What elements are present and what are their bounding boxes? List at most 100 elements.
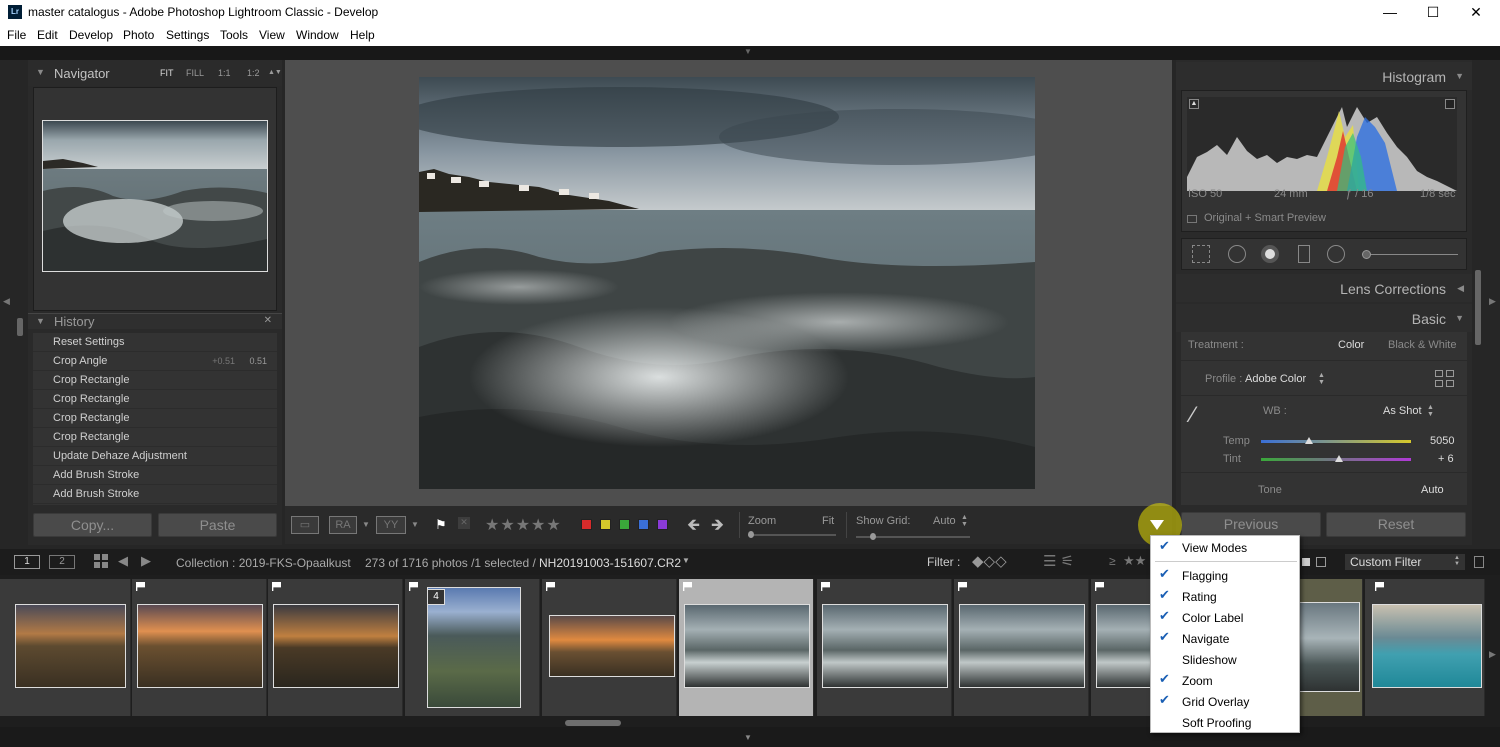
filmstrip-scrollbar[interactable] <box>565 720 621 726</box>
history-item[interactable]: Crop Angle +0.51 0.51 <box>33 352 277 371</box>
history-item[interactable]: Crop Rectangle <box>33 390 277 409</box>
maximize-button[interactable]: ☐ <box>1413 2 1453 22</box>
left-scrollbar[interactable] <box>17 318 23 336</box>
history-header[interactable]: ▼ History ✕ <box>28 313 282 329</box>
lens-corrections-header[interactable]: Lens Corrections ◀ <box>1176 274 1472 302</box>
menu-item-slideshow[interactable]: Slideshow <box>1151 649 1301 669</box>
flag-filter-icon[interactable]: ◆◇◇ <box>972 552 1007 570</box>
color-label-swatch[interactable] <box>581 519 592 530</box>
menu-item-zoom[interactable]: ✔ Zoom <box>1151 670 1301 690</box>
brush-slider[interactable] <box>1362 250 1458 259</box>
previous-button[interactable]: Previous <box>1181 512 1321 537</box>
history-item[interactable]: Crop Rectangle <box>33 371 277 390</box>
navigator-header[interactable]: ▼ Navigator FIT FILL 1:1 1:2 ▲▼ <box>28 60 282 86</box>
filename[interactable]: NH20191003-151607.CR2 <box>539 556 681 570</box>
menu-develop[interactable]: Develop <box>69 28 113 42</box>
history-item[interactable]: Add Brush Stroke <box>33 485 277 504</box>
crop-tool-icon[interactable] <box>1192 245 1210 263</box>
tone-auto-button[interactable]: Auto <box>1421 484 1444 496</box>
color-label-swatch[interactable] <box>600 519 611 530</box>
main-photo[interactable] <box>419 77 1035 489</box>
color-label-swatch[interactable] <box>657 519 668 530</box>
radial-filter-icon[interactable] <box>1327 245 1345 263</box>
tint-value[interactable]: + 6 <box>1438 453 1454 465</box>
menu-item-flagging[interactable]: ✔ Flagging <box>1151 565 1301 585</box>
filmstrip-right-icon[interactable]: ▶ <box>1489 649 1496 660</box>
filmstrip-thumbnail[interactable] <box>1365 579 1485 716</box>
zoom-fit[interactable]: FIT <box>160 68 174 78</box>
menu-view[interactable]: View <box>259 28 285 42</box>
menu-file[interactable]: File <box>7 28 26 42</box>
color-label-swatch[interactable] <box>638 519 649 530</box>
stack-badge[interactable]: 4 <box>427 589 445 605</box>
right-panel-toggle-icon[interactable]: ▶ <box>1489 296 1496 307</box>
histogram-header[interactable]: Histogram ▼ <box>1176 62 1472 90</box>
history-item[interactable]: Update Dehaze Adjustment <box>33 447 277 466</box>
menu-item-color-label[interactable]: ✔ Color Label <box>1151 607 1301 627</box>
filmstrip-thumbnail[interactable]: 4 <box>405 579 540 716</box>
zoom-1-1[interactable]: 1:1 <box>218 68 231 78</box>
back-arrow-icon[interactable]: ◀ <box>118 553 128 569</box>
left-panel-toggle-icon[interactable]: ◀ <box>3 296 10 307</box>
collection-name[interactable]: Collection : 2019-FKS-Opaalkust <box>176 556 351 570</box>
reject-icon[interactable]: ✕ <box>458 517 470 529</box>
right-scrollbar[interactable] <box>1475 270 1481 345</box>
history-item[interactable]: Crop Rectangle <box>33 428 277 447</box>
history-item[interactable]: Add Brush Stroke <box>33 466 277 485</box>
zoom-slider[interactable] <box>748 531 836 538</box>
copy-button[interactable]: Copy... <box>33 513 152 537</box>
menu-edit[interactable]: Edit <box>37 28 58 42</box>
show-grid-select[interactable]: Auto <box>933 515 956 527</box>
adjust-filter-icon[interactable]: ☰ ⚟ <box>1043 552 1074 570</box>
menu-item-grid-overlay[interactable]: ✔ Grid Overlay <box>1151 691 1301 711</box>
histogram-graph[interactable]: ▲ ▲ <box>1187 97 1457 191</box>
tint-slider-knob[interactable] <box>1335 455 1343 462</box>
menu-item-soft-proofing[interactable]: Soft Proofing <box>1151 712 1301 732</box>
filmstrip-thumbnail[interactable] <box>954 579 1089 716</box>
color-label-swatch[interactable] <box>619 519 630 530</box>
flag-icon[interactable]: ⚑ <box>435 517 447 533</box>
stepper-icon[interactable]: ▲ ▼ <box>1427 404 1434 418</box>
menu-settings[interactable]: Settings <box>166 28 209 42</box>
menu-tools[interactable]: Tools <box>220 28 248 42</box>
temp-value[interactable]: 5050 <box>1430 435 1454 447</box>
filmstrip-thumbnail[interactable] <box>0 579 131 716</box>
filter-lock-icon[interactable] <box>1474 556 1484 568</box>
treatment-bw[interactable]: Black & White <box>1388 339 1456 351</box>
chevron-down-icon[interactable]: ▼ <box>411 520 419 529</box>
main-window-button[interactable]: 1 <box>14 555 40 569</box>
star-rating[interactable]: ★★★★★ <box>485 515 562 535</box>
loupe-view-icon[interactable]: ▭ <box>291 516 319 534</box>
filter-toggle-icon[interactable] <box>1302 558 1310 566</box>
stepper-icon[interactable]: ▲ ▼ <box>1318 372 1325 386</box>
history-item[interactable]: Crop Rectangle <box>33 409 277 428</box>
filmstrip-thumbnail[interactable] <box>817 579 952 716</box>
zoom-fill[interactable]: FILL <box>186 68 204 78</box>
star-filter-icon[interactable]: ★★ <box>1123 553 1146 569</box>
menu-item-rating[interactable]: ✔ Rating <box>1151 586 1301 606</box>
menu-window[interactable]: Window <box>296 28 339 42</box>
forward-arrow-icon[interactable]: ▶ <box>141 553 151 569</box>
profile-select[interactable]: Adobe Color <box>1245 373 1306 385</box>
custom-filter-select[interactable]: Custom Filter <box>1345 554 1465 570</box>
tint-slider[interactable] <box>1261 455 1411 462</box>
navigator-thumbnail[interactable] <box>42 120 268 272</box>
before-after-button[interactable]: RA <box>329 516 357 534</box>
temp-slider-knob[interactable] <box>1305 437 1313 444</box>
filmstrip-thumbnail[interactable] <box>268 579 403 716</box>
minimize-button[interactable]: — <box>1370 2 1410 22</box>
before-after-yy-button[interactable]: YY <box>376 516 406 534</box>
history-item[interactable]: Reset Settings <box>33 333 277 352</box>
menu-item-navigate[interactable]: ✔ Navigate <box>1151 628 1301 648</box>
menu-item-view-modes[interactable]: ✔ View Modes <box>1151 537 1301 557</box>
filmstrip-thumbnail[interactable] <box>132 579 267 716</box>
graduated-filter-icon[interactable] <box>1298 245 1310 263</box>
paste-button[interactable]: Paste <box>158 513 277 537</box>
treatment-color[interactable]: Color <box>1338 339 1364 351</box>
shadow-clipping-icon[interactable]: ▲ <box>1189 99 1199 109</box>
grid-slider[interactable] <box>856 533 970 540</box>
reset-button[interactable]: Reset <box>1326 512 1466 537</box>
stepper-icon[interactable]: ▲ ▼ <box>1454 555 1460 567</box>
zoom-stepper-icon[interactable]: ▲▼ <box>268 69 282 76</box>
temp-slider[interactable] <box>1261 437 1411 444</box>
